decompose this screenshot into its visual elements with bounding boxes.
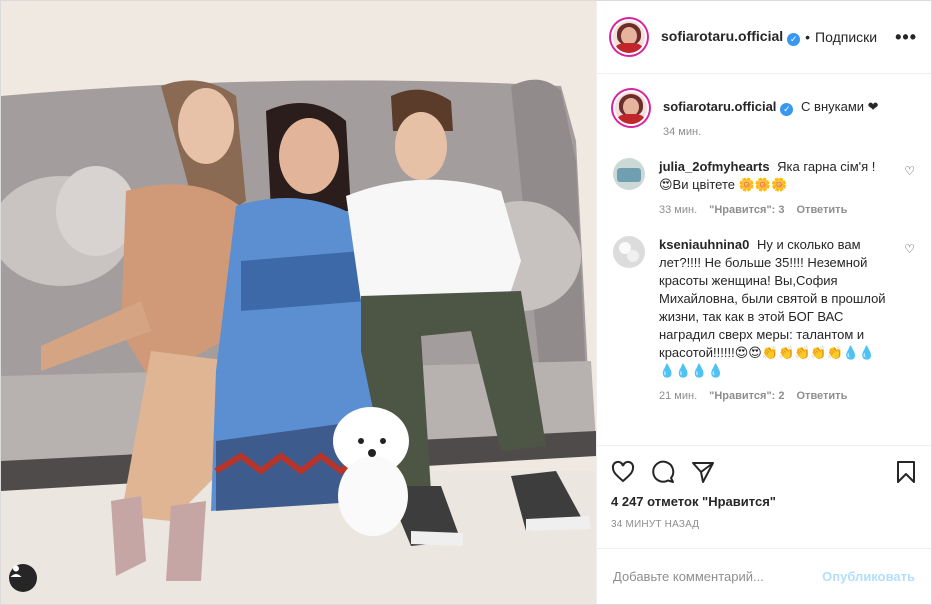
post-sidebar: sofiarotaru.official ✓ • Подписки ••• sof… — [596, 1, 931, 604]
verified-badge-icon: ✓ — [780, 103, 794, 116]
caption-text: С внуками ❤ — [801, 99, 879, 114]
avatar[interactable] — [613, 236, 645, 268]
following-button[interactable]: Подписки — [815, 29, 877, 45]
photo-illustration — [1, 1, 596, 604]
comment-time[interactable]: 33 мин. — [659, 204, 697, 216]
comment-item: julia_2ofmyhearts Яка гарна сім'я ! 😍Ви … — [613, 158, 915, 236]
caption-time[interactable]: 34 мин. — [663, 126, 701, 138]
add-comment-bar: Опубликовать — [597, 548, 931, 604]
caption-row: sofiarotaru.official ✓ С внуками ❤ 34 мин… — [613, 90, 915, 158]
header-username[interactable]: sofiarotaru.official ✓ — [661, 28, 801, 46]
caption-meta: 34 мин. — [663, 126, 891, 138]
comment-input[interactable] — [613, 569, 823, 584]
reply-button[interactable]: Ответить — [797, 204, 848, 216]
user-icon — [10, 565, 22, 577]
avatar[interactable] — [611, 19, 647, 55]
heart-icon[interactable]: ♡ — [904, 242, 915, 256]
share-icon[interactable] — [691, 460, 715, 484]
reply-button[interactable]: Ответить — [797, 390, 848, 402]
action-icons — [611, 454, 917, 490]
heart-icon[interactable]: ♡ — [904, 164, 915, 178]
verified-badge-icon: ✓ — [787, 33, 801, 46]
tagged-users-button[interactable] — [9, 564, 37, 592]
comment-meta: 21 мин. "Нравится": 2 Ответить — [659, 390, 891, 402]
comments-list[interactable]: sofiarotaru.official ✓ С внуками ❤ 34 мин… — [597, 74, 931, 445]
post-photo[interactable] — [1, 1, 596, 604]
more-options-icon[interactable]: ••• — [895, 27, 917, 48]
instagram-post-modal: sofiarotaru.official ✓ • Подписки ••• sof… — [0, 0, 932, 605]
like-heart-icon[interactable] — [611, 460, 635, 484]
comment-username[interactable]: julia_2ofmyhearts — [659, 159, 770, 174]
comment-item: kseniauhnina0 Ну и сколько вам лет?!!!! … — [613, 236, 915, 422]
bookmark-icon[interactable] — [895, 460, 917, 484]
comment-username[interactable]: kseniauhnina0 — [659, 237, 749, 252]
post-actions: 4 247 отметок "Нравится" 34 минут назад — [597, 445, 931, 548]
post-header: sofiarotaru.official ✓ • Подписки ••• — [597, 1, 931, 74]
comment-text: Ну и сколько вам лет?!!!! Не больше 35!!… — [659, 237, 886, 378]
comment-time[interactable]: 21 мин. — [659, 390, 697, 402]
avatar[interactable] — [613, 158, 645, 190]
avatar[interactable] — [613, 90, 649, 126]
comment-likes[interactable]: "Нравится": 2 — [709, 390, 784, 402]
comment-meta: 33 мин. "Нравится": 3 Ответить — [659, 204, 891, 216]
comment-icon[interactable] — [651, 460, 675, 484]
publish-button[interactable]: Опубликовать — [822, 569, 915, 584]
comment-likes[interactable]: "Нравится": 3 — [709, 204, 784, 216]
caption-username[interactable]: sofiarotaru.official ✓ — [663, 99, 794, 116]
likes-count[interactable]: 4 247 отметок "Нравится" — [611, 494, 917, 509]
post-timestamp[interactable]: 34 минут назад — [611, 519, 917, 530]
separator-dot: • — [805, 29, 811, 45]
